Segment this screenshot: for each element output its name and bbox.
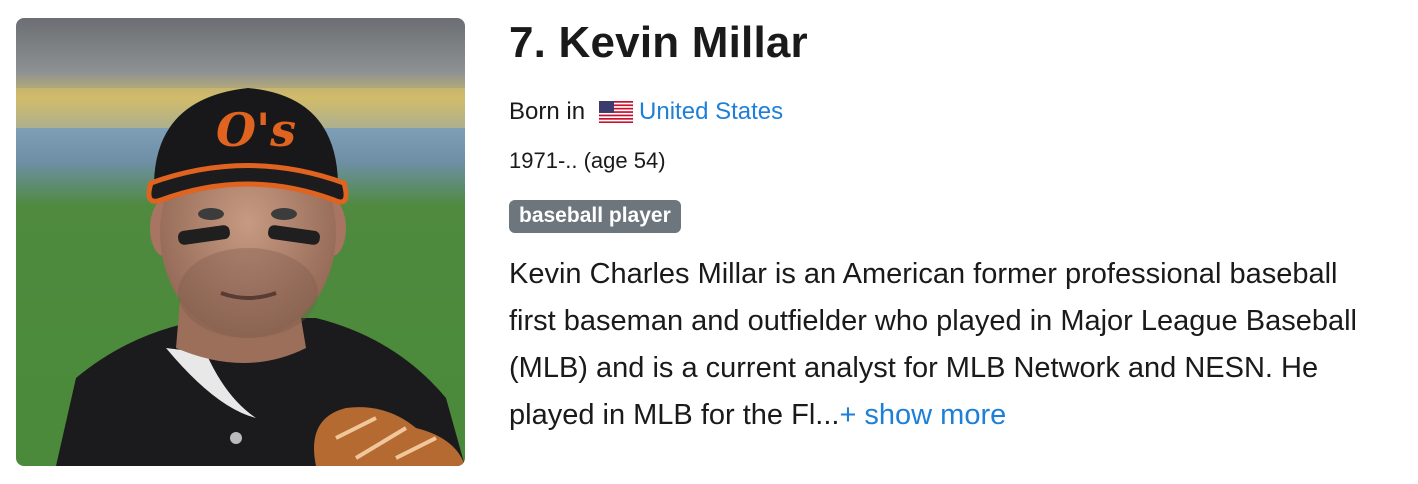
person-card: O's 7. Kevin Millar Born in United State…	[0, 0, 1418, 484]
life-dates: 1971-.. (age 54)	[509, 148, 666, 173]
person-description: Kevin Charles Millar is an American form…	[509, 251, 1389, 439]
person-title: 7. Kevin Millar	[509, 18, 808, 67]
person-photo[interactable]: O's	[16, 18, 465, 466]
birthplace-row: Born in United States	[509, 96, 1399, 128]
occupation-tag[interactable]: baseball player	[509, 200, 681, 233]
us-flag-icon	[599, 101, 634, 123]
player-portrait-image: O's	[16, 18, 465, 466]
show-more-link[interactable]: + show more	[839, 399, 1006, 431]
country-link[interactable]: United States	[639, 96, 783, 128]
person-info: 7. Kevin Millar Born in United States 19…	[509, 14, 1399, 439]
svg-text:O's: O's	[216, 103, 296, 157]
born-label: Born in	[509, 98, 586, 125]
